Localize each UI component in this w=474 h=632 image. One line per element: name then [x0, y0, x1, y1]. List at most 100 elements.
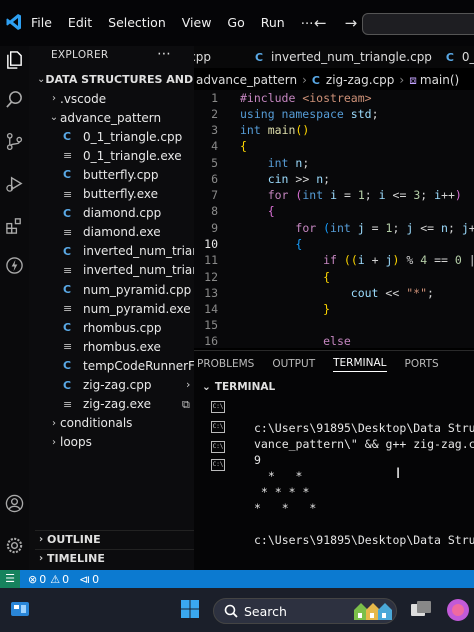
tab-inverted-num-triangle[interactable]: C inverted_num_triangle.cpp	[255, 50, 432, 64]
split-terminal-icon[interactable]: ⧉	[182, 398, 190, 412]
code-line-8: {	[267, 204, 275, 218]
explorer-file-7[interactable]: ≡ diamond.exe	[63, 223, 194, 242]
chevron-right-icon: ›	[38, 534, 44, 545]
menu-bar: File Edit Selection View Go Run ⋯	[31, 15, 329, 30]
forward-arrow-icon[interactable]: →	[345, 14, 358, 32]
code-line-9: for (int j = 1; j <= n; j++	[295, 221, 474, 235]
exe-file-icon: ≡	[63, 397, 73, 411]
taskbar-search[interactable]: Search	[213, 598, 397, 624]
warning-triangle-icon[interactable]: ⚠	[50, 573, 60, 586]
explorer-file-13[interactable]: ≡ rhombus.exe	[63, 337, 194, 356]
explorer-file-2[interactable]: C 0_1_triangle.cpp	[63, 127, 194, 146]
terminal-line: 9	[254, 453, 261, 467]
explorer-file-10[interactable]: Cnum_pyramid.cpp	[63, 280, 194, 299]
settings-gear-icon[interactable]	[5, 536, 24, 555]
ports-icon[interactable]: ⧏	[79, 573, 90, 586]
explorer-file-8[interactable]: Cinverted_num_triang...	[63, 242, 194, 261]
terminal-instance-icon[interactable]: C:\	[211, 421, 225, 433]
cpp-file-icon: C	[255, 50, 264, 64]
run-debug-icon[interactable]	[5, 174, 24, 193]
account-icon[interactable]	[5, 494, 24, 513]
timeline-section[interactable]: › TIMELINE	[35, 549, 194, 567]
search-highlight-houses-icon	[354, 603, 392, 620]
explorer-file-12[interactable]: Crhombus.cpp	[63, 318, 194, 337]
explorer-folder-0[interactable]: › .vscode	[48, 89, 194, 108]
code-line-16: else	[323, 334, 351, 348]
tab-ports[interactable]: PORTS	[405, 358, 439, 370]
tab-0-1-triangle[interactable]: C 0_1_tri	[446, 50, 474, 64]
tab-partial[interactable]: y.cpp	[194, 50, 211, 64]
outline-label: OUTLINE	[47, 533, 101, 546]
code-line-4: {	[240, 139, 247, 153]
editor-tabs: y.cpp C inverted_num_triangle.cpp C 0_1_…	[194, 46, 474, 68]
explorer-file-16[interactable]: ≡ zig-zag.exe	[63, 395, 194, 414]
status-bar: ☰ ⊗ 0 ⚠ 0 ⧏ 0	[0, 570, 474, 588]
chevron-right-icon[interactable]: ›	[186, 378, 190, 391]
code-line-12: {	[323, 270, 331, 284]
line-number: 6	[211, 172, 218, 186]
widgets-icon[interactable]	[10, 600, 30, 618]
back-arrow-icon[interactable]: ←	[314, 14, 327, 32]
menu-run[interactable]: Run	[261, 15, 285, 30]
explorer-item-label: butterfly.cpp	[83, 167, 159, 182]
tab-output[interactable]: OUTPUT	[272, 358, 315, 370]
copilot-icon[interactable]	[446, 598, 470, 622]
explorer-item-label: .vscode	[60, 91, 107, 106]
explorer-file-15[interactable]: Czig-zag.cpp	[63, 376, 194, 395]
vscode-logo-icon[interactable]	[6, 13, 22, 31]
bottom-panel: PROBLEMS OUTPUT TERMINAL PORTS ⌄ TERMINAL…	[194, 350, 474, 570]
menu-selection[interactable]: Selection	[108, 15, 166, 30]
workspace-folder-header[interactable]: ⌄ DATA STRUCTURES AND A...	[37, 70, 194, 89]
task-view-icon[interactable]	[410, 600, 432, 620]
menu-more[interactable]: ⋯	[301, 15, 314, 30]
explorer-file-3[interactable]: ≡ 0_1_triangle.exe	[63, 146, 194, 165]
terminal-section-header[interactable]: ⌄ TERMINAL	[202, 381, 275, 393]
source-control-icon[interactable]	[5, 132, 24, 151]
windows-taskbar: Search	[0, 588, 474, 632]
cpp-file-icon: C	[63, 378, 72, 392]
explorer-folder-17[interactable]: › conditionals	[48, 414, 194, 433]
chevron-right-icon: ›	[52, 436, 56, 448]
explorer-file-4[interactable]: Cbutterfly.cpp	[63, 165, 194, 184]
terminal-line: * * *	[254, 501, 317, 515]
extensions-icon[interactable]	[5, 216, 24, 235]
breadcrumb-symbol[interactable]: main()	[420, 73, 459, 87]
tab-problems[interactable]: PROBLEMS	[197, 358, 254, 370]
menu-view[interactable]: View	[182, 15, 212, 30]
code-editor[interactable]: 1 #include <iostream> 2 using namespace st…	[194, 90, 474, 348]
workspace-folder-name: DATA STRUCTURES AND A...	[45, 73, 194, 86]
explorer-file-11[interactable]: ≡ num_pyramid.exe	[63, 299, 194, 318]
cpp-file-icon: C	[63, 321, 72, 335]
lightning-extension-icon[interactable]	[5, 256, 24, 275]
menu-edit[interactable]: Edit	[68, 15, 92, 30]
tab-label: inverted_num_triangle.cpp	[271, 50, 432, 64]
tab-terminal[interactable]: TERMINAL	[333, 357, 387, 372]
line-number: 5	[211, 156, 218, 170]
explorer-folder-18[interactable]: › loops	[48, 433, 194, 452]
breadcrumb-file[interactable]: zig-zag.cpp	[326, 73, 395, 87]
breadcrumb-folder[interactable]: advance_pattern	[196, 73, 297, 87]
terminal-instance-icon[interactable]: C:\	[211, 401, 225, 413]
explorer-files-icon[interactable]	[5, 50, 24, 69]
line-number: 8	[211, 204, 218, 218]
line-number: 15	[204, 318, 218, 332]
terminal-instance-icon[interactable]: C:\	[211, 459, 225, 471]
explorer-file-9[interactable]: ≡ inverted_num_triang...	[63, 261, 194, 280]
explorer-item-label: rhombus.exe	[83, 339, 161, 354]
outline-section[interactable]: › OUTLINE	[35, 530, 194, 548]
search-icon[interactable]	[5, 90, 24, 109]
mouse-ibeam-cursor-icon: I	[396, 466, 401, 482]
explorer-more-actions-icon[interactable]: ⋯	[157, 46, 171, 62]
error-circle-icon[interactable]: ⊗	[28, 573, 37, 586]
explorer-folder-1[interactable]: ⌄ advance_pattern	[48, 108, 194, 127]
menu-file[interactable]: File	[31, 15, 52, 30]
command-center-search[interactable]	[362, 13, 474, 35]
windows-start-icon[interactable]	[180, 599, 200, 619]
explorer-file-14[interactable]: CtempCodeRunnerFil...	[63, 356, 194, 375]
explorer-file-6[interactable]: Cdiamond.cpp	[63, 204, 194, 223]
menu-go[interactable]: Go	[227, 15, 244, 30]
breadcrumb-separator-icon: ›	[302, 73, 307, 87]
terminal-instance-icon[interactable]: C:\	[211, 441, 225, 453]
remote-indicator-icon[interactable]: ☰	[0, 570, 20, 588]
explorer-file-5[interactable]: ≡ butterfly.exe	[63, 185, 194, 204]
